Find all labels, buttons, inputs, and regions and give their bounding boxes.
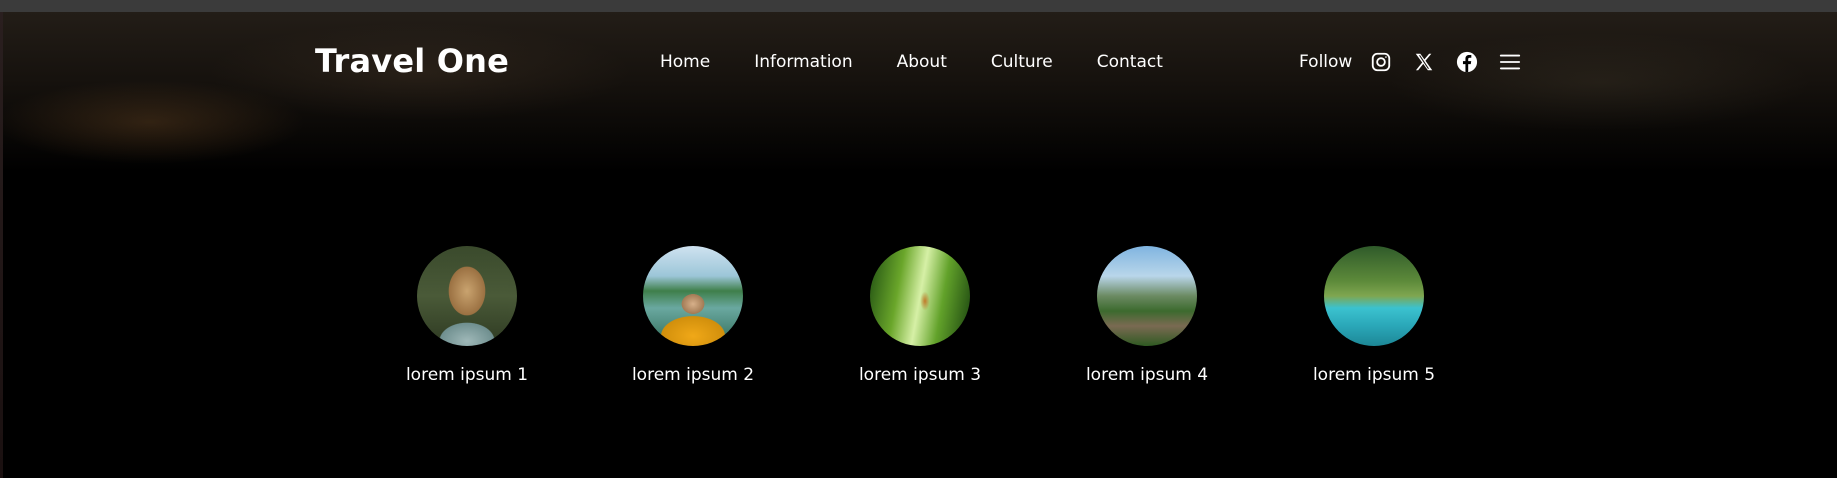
gallery-item[interactable]: lorem ipsum 4 [1067, 246, 1227, 385]
gallery-photo[interactable] [1324, 246, 1424, 346]
gallery-caption: lorem ipsum 2 [631, 365, 755, 385]
nav-item-contact[interactable]: Contact [1097, 52, 1163, 72]
site-logo[interactable]: Travel One [315, 42, 509, 80]
gallery-photo[interactable] [643, 246, 743, 346]
social-icons [1370, 51, 1521, 73]
gallery-caption: lorem ipsum 5 [1312, 365, 1436, 385]
x-icon[interactable] [1413, 51, 1435, 73]
gallery-photo[interactable] [1097, 246, 1197, 346]
main-nav: Home Information About Culture Contact [660, 52, 1163, 72]
gallery-item[interactable]: lorem ipsum 2 [613, 246, 773, 385]
menu-icon[interactable] [1499, 51, 1521, 73]
site-header: Travel One Home Information About Cultur… [0, 0, 1837, 125]
facebook-icon[interactable] [1456, 51, 1478, 73]
gallery-item[interactable]: lorem ipsum 5 [1294, 246, 1454, 385]
follow-label: Follow [1299, 52, 1353, 72]
gallery-photo[interactable] [870, 246, 970, 346]
gallery-caption: lorem ipsum 3 [858, 365, 982, 385]
instagram-icon[interactable] [1370, 51, 1392, 73]
gallery-photo[interactable] [417, 246, 517, 346]
gallery-item[interactable]: lorem ipsum 3 [840, 246, 1000, 385]
nav-item-culture[interactable]: Culture [991, 52, 1053, 72]
nav-item-about[interactable]: About [897, 52, 947, 72]
gallery-item[interactable]: lorem ipsum 1 [387, 246, 547, 385]
nav-item-information[interactable]: Information [754, 52, 852, 72]
gallery-caption: lorem ipsum 1 [405, 365, 529, 385]
nav-item-home[interactable]: Home [660, 52, 710, 72]
gallery-caption: lorem ipsum 4 [1085, 365, 1209, 385]
